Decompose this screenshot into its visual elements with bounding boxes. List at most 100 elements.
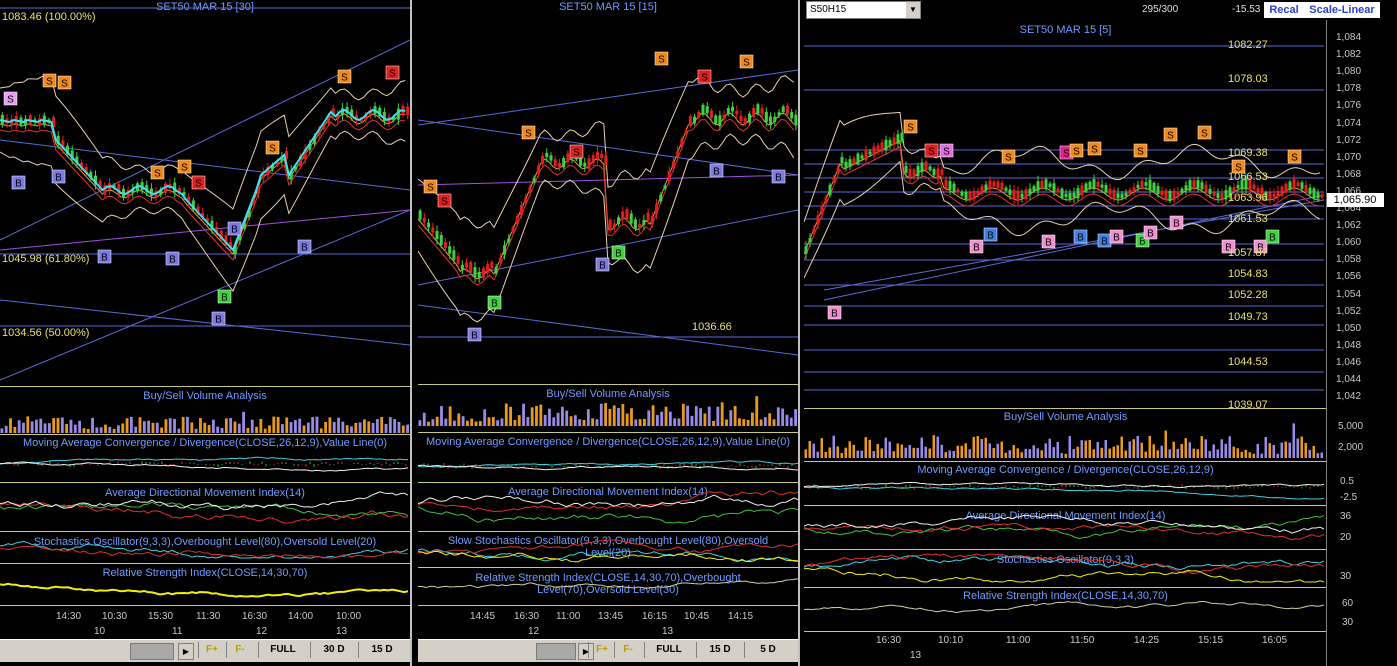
chart-panel-5min[interactable]: S50H15 ▼ 295/300 -15.53 Recal Scale-Line… [804, 0, 1397, 666]
volume-bar [1104, 440, 1107, 458]
time-tick: 14:45 [470, 611, 496, 622]
chart-panel-15min[interactable]: SET50 MAR 15 [15] SSSSSSSBBBBBB 1036.66 … [418, 0, 800, 666]
volume-bar [1228, 436, 1231, 458]
indicator-line [804, 600, 1324, 614]
volume-bar [56, 417, 60, 433]
range-5d-button[interactable]: 5 D [744, 642, 791, 658]
candle-body [1188, 180, 1192, 191]
volume-chart[interactable] [0, 405, 410, 435]
volume-bar [630, 408, 633, 426]
date-tick: 13 [662, 626, 674, 637]
chart-panel-30min[interactable]: SET50 MAR 15 [30] SSSSSSSSSBBBBBBBB 1083… [0, 0, 412, 666]
fib-level-50: 1034.56 (50.00%) [2, 327, 90, 339]
volume-bar [617, 407, 620, 426]
volume-bar [311, 417, 315, 433]
adx-chart[interactable] [0, 484, 410, 529]
macd-chart[interactable] [0, 450, 410, 480]
volume-bar [1092, 449, 1095, 458]
volume-bar [504, 403, 508, 426]
rsi-chart[interactable] [804, 589, 1324, 631]
volume-bar [1208, 451, 1211, 458]
macd-chart[interactable] [804, 472, 1324, 504]
candle-body [1116, 193, 1120, 199]
volume-bar [729, 410, 733, 426]
candle-body [743, 117, 747, 125]
scroll-right-button[interactable]: ▶ [178, 643, 194, 660]
candle-body [688, 116, 692, 126]
recalc-button[interactable]: Recal [1264, 2, 1304, 18]
candle-body [840, 156, 844, 164]
adx-chart[interactable] [418, 484, 798, 529]
full-button[interactable]: FULL [644, 642, 693, 658]
macd-chart[interactable] [418, 452, 798, 482]
volume-bar [155, 422, 159, 433]
symbol-select[interactable]: S50H15 ▼ [806, 1, 921, 19]
volume-bar [651, 405, 655, 426]
chart-header: S50H15 ▼ 295/300 -15.53 Recal Scale-Line… [804, 0, 1397, 20]
volume-bar [565, 410, 569, 426]
rsi-chart[interactable] [0, 565, 410, 605]
zoom-in-button[interactable]: F+ [588, 642, 615, 658]
candle-body [562, 158, 566, 168]
volume-chart[interactable] [804, 416, 1324, 461]
volume-bar [211, 419, 215, 433]
volume-bar [828, 447, 831, 458]
candle-body [760, 108, 764, 115]
volume-bar [1308, 450, 1311, 458]
volume-chart[interactable] [418, 382, 798, 432]
scale-linear-button[interactable]: Scale-Linear [1304, 2, 1380, 18]
zoom-out-button[interactable]: F- [226, 642, 253, 658]
range-15d-button[interactable]: 15 D [358, 642, 405, 658]
volume-bar [13, 426, 17, 433]
volume-bar [160, 427, 163, 433]
volume-bar [856, 450, 859, 458]
candle-body [1312, 188, 1316, 200]
sell-signal: S [195, 179, 202, 190]
rsi-chart[interactable] [418, 569, 798, 605]
stoch-chart[interactable] [0, 533, 410, 563]
candle-body [912, 169, 916, 179]
buy-signal: B [1269, 233, 1276, 244]
zoom-out-button[interactable]: F- [614, 642, 641, 658]
volume-bar [539, 404, 543, 426]
volume-bar [1024, 448, 1027, 458]
buy-signal: B [101, 253, 108, 264]
scroll-thumb[interactable] [536, 643, 576, 660]
volume-bar [530, 407, 534, 426]
chart-toolbar: ▶ F+ F- FULL 15 D 5 D [418, 639, 798, 662]
candle-body [916, 165, 920, 177]
sell-signal: S [907, 123, 914, 134]
range-15d-button[interactable]: 15 D [696, 642, 743, 658]
volume-bar [1044, 443, 1047, 458]
candle-body [1076, 188, 1080, 199]
candle-body [992, 181, 996, 187]
candle-body [1144, 182, 1148, 186]
scroll-thumb[interactable] [130, 643, 174, 660]
volume-bar [759, 419, 763, 426]
range-30d-button[interactable]: 30 D [310, 642, 357, 658]
stoch-chart[interactable] [418, 537, 798, 567]
sell-signal: S [525, 129, 532, 140]
candle-body [952, 183, 956, 193]
volume-bar [712, 421, 715, 426]
candle-body [490, 261, 494, 269]
volume-bar [117, 425, 120, 433]
volume-bar [992, 448, 995, 458]
stoch-chart[interactable] [804, 551, 1324, 587]
candle-body [876, 145, 880, 153]
buy-signal: B [615, 249, 622, 260]
level-label: 1052.28 [1228, 289, 1268, 301]
volume-bar [1156, 450, 1159, 458]
volume-bar [852, 444, 855, 458]
volume-bar [840, 453, 843, 458]
full-button[interactable]: FULL [258, 642, 307, 658]
zoom-in-button[interactable]: F+ [198, 642, 225, 658]
chevron-down-icon[interactable]: ▼ [906, 2, 920, 18]
volume-bar [1152, 444, 1155, 458]
volume-bar [289, 422, 293, 433]
candle-body [498, 258, 502, 262]
adx-chart[interactable] [804, 507, 1324, 549]
candle-body [503, 245, 507, 255]
price-chart[interactable]: SSSSSSSBBBBBB [418, 0, 798, 385]
candle-body [1172, 190, 1176, 201]
